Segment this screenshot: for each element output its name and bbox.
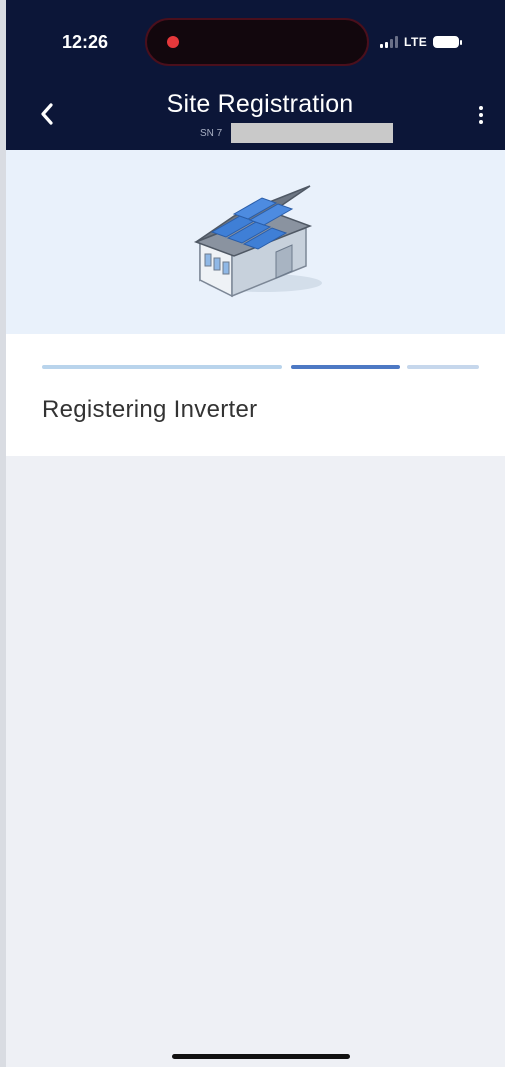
more-vertical-icon [479,106,483,110]
dynamic-island [145,18,369,66]
recording-dot-icon [167,36,179,48]
registration-progress: Registering Inverter [0,334,505,456]
battery-icon [433,36,463,48]
serial-number-redaction [231,123,393,143]
serial-number: SN 7 [200,123,393,143]
progress-step-1 [42,365,282,369]
status-indicators: LTE [380,33,463,51]
home-indicator[interactable] [172,1054,350,1059]
hero-banner [0,150,505,334]
page-title: Site Registration [166,90,354,118]
signal-bars-icon [380,36,398,48]
serial-number-prefix: SN 7 [200,127,223,139]
more-options-button[interactable] [470,100,492,130]
app-header: 12:26 LTE Site Registration SN 7 [0,0,505,150]
house-with-solar-panels-icon [193,185,322,298]
app-screen: 12:26 LTE Site Registration SN 7 Registe… [0,0,505,1067]
current-step-label: Registering Inverter [42,396,258,423]
status-time: 12:26 [62,32,109,52]
progress-step-2-active [291,365,400,369]
progress-step-3 [407,365,479,369]
network-type: LTE [404,35,428,49]
